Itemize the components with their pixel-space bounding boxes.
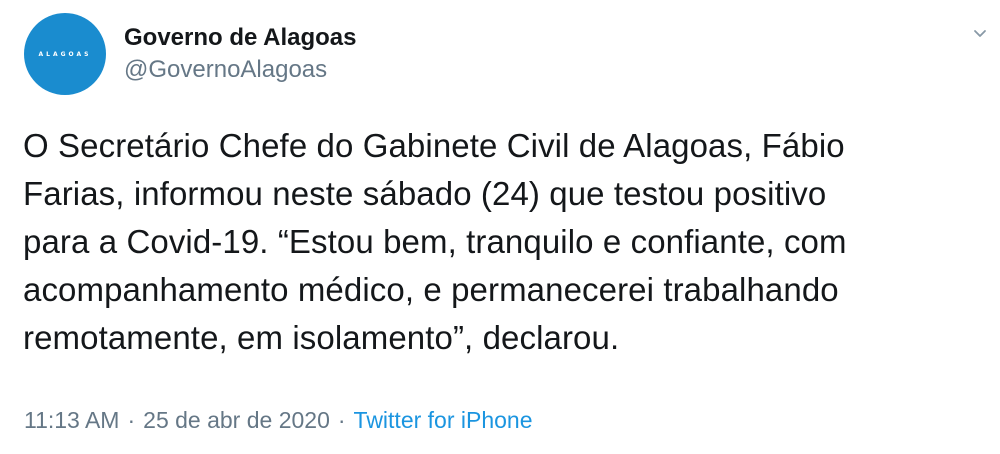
display-name[interactable]: Governo de Alagoas: [124, 23, 357, 53]
tweet-source-link[interactable]: Twitter for iPhone: [354, 407, 533, 433]
avatar-logo-text: ALAGOAS: [38, 50, 92, 58]
user-handle[interactable]: @GovernoAlagoas: [124, 55, 357, 85]
meta-separator: ·: [127, 407, 136, 433]
tweet-text-line: acompanhamento médico, e permanecerei tr…: [23, 271, 839, 308]
tweet-meta: 11:13 AM · 25 de abr de 2020 · Twitter for i…: [24, 405, 533, 435]
tweet-card: ALAGOAS Governo de Alagoas @GovernoAlago…: [0, 0, 1000, 454]
tweet-text-line: remotamente, em isolamento”, declarou.: [23, 319, 620, 356]
tweet-date[interactable]: 25 de abr de 2020: [143, 407, 330, 433]
chevron-down-icon[interactable]: [968, 22, 992, 46]
avatar[interactable]: ALAGOAS: [24, 13, 106, 95]
tweet-text-line: para a Covid-19. “Estou bem, tranquilo e…: [23, 223, 847, 260]
tweet-text: O Secretário Chefe do Gabinete Civil de …: [23, 122, 983, 362]
tweet-time[interactable]: 11:13 AM: [24, 407, 119, 433]
meta-separator: ·: [337, 407, 346, 433]
tweet-text-line: O Secretário Chefe do Gabinete Civil de …: [23, 127, 845, 164]
user-info: Governo de Alagoas @GovernoAlagoas: [124, 23, 357, 85]
tweet-text-line: Farias, informou neste sábado (24) que t…: [23, 175, 827, 212]
